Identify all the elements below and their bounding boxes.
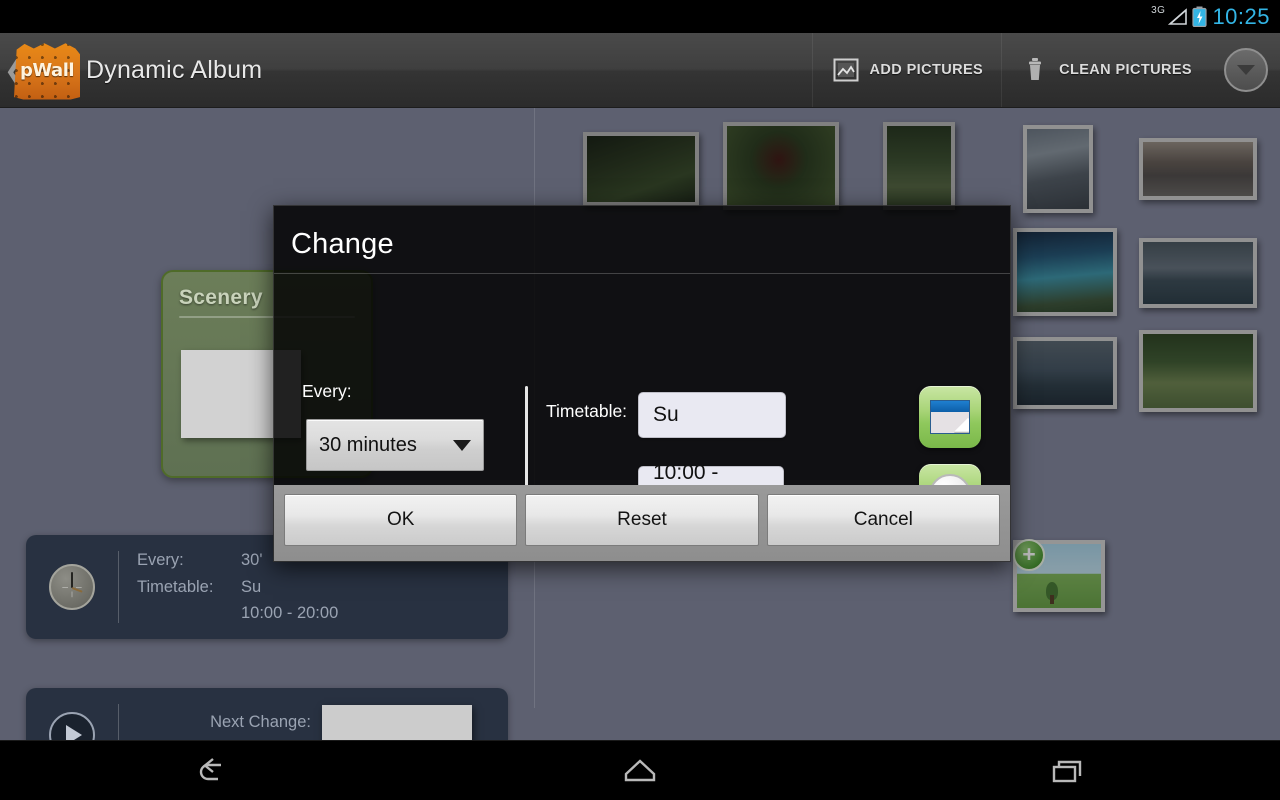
dialog-title: Change <box>291 228 394 260</box>
navigation-bar <box>0 740 1280 800</box>
change-dialog: Change Every: 30 minutes Timetable: Su 1… <box>273 205 1011 562</box>
reset-button[interactable]: Reset <box>525 494 759 546</box>
cancel-button[interactable]: Cancel <box>766 494 1000 546</box>
timetable-days-value: Su <box>653 403 679 426</box>
interval-spinner[interactable]: 30 minutes <box>306 419 484 471</box>
calendar-icon <box>930 400 970 434</box>
timetable-label: Timetable: <box>546 401 628 421</box>
dialog-overlay: Change Every: 30 minutes Timetable: Su 1… <box>0 0 1280 800</box>
interval-value: 30 minutes <box>319 433 417 456</box>
ok-button[interactable]: OK <box>284 494 518 546</box>
every-label: Every: <box>302 381 352 401</box>
dialog-button-bar: OK Reset Cancel <box>274 485 1010 561</box>
back-arrow-icon[interactable] <box>0 741 427 800</box>
timetable-days-field[interactable]: Su <box>638 392 786 438</box>
calendar-picker-button[interactable] <box>919 386 981 448</box>
screen: 3G 10:25 ❮ pWall Dynamic Album ADD PICTU… <box>0 0 1280 800</box>
chevron-down-icon <box>453 439 471 451</box>
recent-apps-icon[interactable] <box>853 741 1280 800</box>
home-icon[interactable] <box>427 741 854 800</box>
dialog-content: Every: 30 minutes Timetable: Su 10:00 - … <box>274 274 1010 526</box>
